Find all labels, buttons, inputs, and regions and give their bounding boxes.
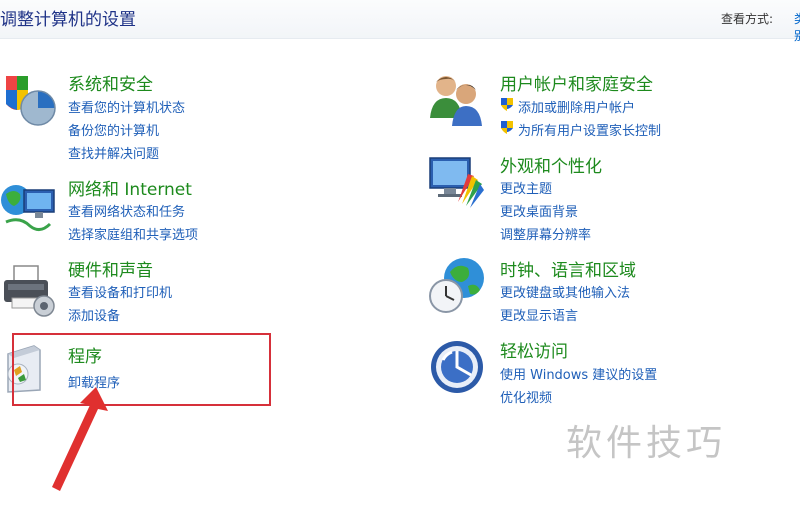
- page-title: 调整计算机的设置: [0, 10, 136, 30]
- link-troubleshoot[interactable]: 查找并解决问题: [68, 143, 159, 162]
- link-add-device[interactable]: 添加设备: [68, 305, 120, 324]
- uac-shield-icon: [501, 98, 513, 111]
- link-homegroup-sharing[interactable]: 选择家庭组和共享选项: [68, 224, 198, 243]
- clock-globe-icon[interactable]: [428, 256, 486, 314]
- header-bar: 调整计算机的设置 查看方式: 类别: [0, 0, 800, 43]
- printer-icon[interactable]: [0, 262, 58, 320]
- red-arrow-icon: [52, 387, 108, 491]
- system-security-icon[interactable]: [0, 70, 58, 128]
- link-parental-controls[interactable]: 为所有用户设置家长控制: [518, 120, 661, 139]
- category-title-user-accounts[interactable]: 用户帐户和家庭安全: [500, 70, 653, 95]
- category-title-network[interactable]: 网络和 Internet: [68, 175, 192, 200]
- uac-shield-icon: [501, 121, 513, 134]
- link-view-computer-status[interactable]: 查看您的计算机状态: [68, 97, 185, 116]
- link-devices-printers[interactable]: 查看设备和打印机: [68, 282, 172, 301]
- view-by-dropdown[interactable]: 类别: [794, 10, 800, 44]
- network-icon[interactable]: [0, 178, 58, 236]
- category-title-hardware-sound[interactable]: 硬件和声音: [68, 256, 153, 281]
- category-title-system-security[interactable]: 系统和安全: [68, 70, 153, 95]
- category-title-appearance[interactable]: 外观和个性化: [500, 152, 602, 177]
- link-screen-resolution[interactable]: 调整屏幕分辨率: [500, 224, 591, 243]
- link-change-input-method[interactable]: 更改键盘或其他输入法: [500, 282, 630, 301]
- link-change-background[interactable]: 更改桌面背景: [500, 201, 578, 220]
- category-title-clock-region[interactable]: 时钟、语言和区域: [500, 256, 636, 281]
- link-backup-computer[interactable]: 备份您的计算机: [68, 120, 159, 139]
- link-change-display-language[interactable]: 更改显示语言: [500, 305, 578, 324]
- link-add-remove-accounts[interactable]: 添加或删除用户帐户: [518, 97, 635, 116]
- category-title-ease-of-access[interactable]: 轻松访问: [500, 337, 568, 362]
- control-panel-window: 调整计算机的设置 查看方式: 类别 系统和安全 查看您的计算机状态 备份您的计算…: [0, 0, 800, 505]
- watermark-text: 软件技巧: [566, 423, 727, 464]
- link-view-network-status[interactable]: 查看网络状态和任务: [68, 201, 185, 220]
- link-optimize-visual[interactable]: 优化视频: [500, 387, 552, 406]
- appearance-icon[interactable]: [428, 152, 486, 210]
- view-by-label: 查看方式:: [721, 12, 774, 26]
- users-icon[interactable]: [428, 70, 486, 128]
- link-recommended-settings[interactable]: 使用 Windows 建议的设置: [500, 364, 657, 383]
- ease-of-access-icon[interactable]: [428, 338, 486, 396]
- link-change-theme[interactable]: 更改主题: [500, 178, 552, 197]
